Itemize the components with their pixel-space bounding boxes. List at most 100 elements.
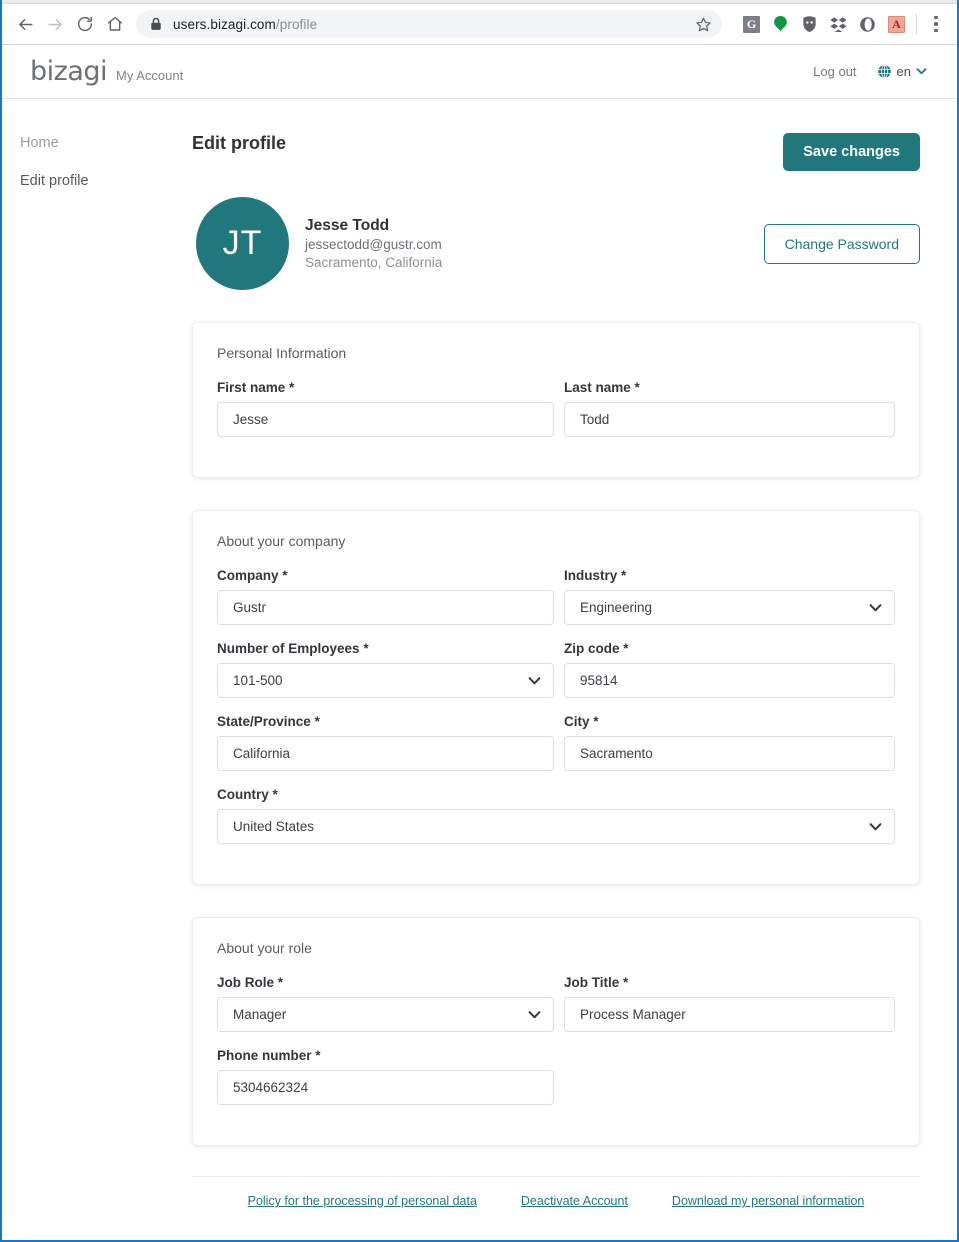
field-label-text: Industry <box>564 568 618 583</box>
field-value: California <box>233 746 291 761</box>
required-marker: * <box>363 641 369 656</box>
select-control[interactable]: Engineering <box>564 590 895 625</box>
field-label: Country * <box>217 787 895 802</box>
field-value: 95814 <box>580 673 618 688</box>
back-arrow-icon[interactable] <box>10 9 40 39</box>
text-input[interactable]: Gustr <box>217 590 554 625</box>
form-card: About your company Company * Gustr Industry… <box>192 510 920 885</box>
field-label-text: Phone number <box>217 1048 312 1063</box>
required-marker: * <box>634 380 640 395</box>
app-header: bizagi My Account Log out en <box>2 45 957 99</box>
field-last-name: Last name * Todd <box>564 380 895 437</box>
field-label-text: Job Role <box>217 975 275 990</box>
card-title: About your company <box>217 533 346 549</box>
field-city: City * Sacramento <box>564 714 895 771</box>
page-title: Edit profile <box>192 133 286 153</box>
field-label: Job Title * <box>564 975 895 990</box>
required-marker: * <box>623 975 629 990</box>
save-changes-button[interactable]: Save changes <box>783 133 920 171</box>
adobe-acrobat-extension-icon[interactable]: A <box>887 15 906 34</box>
field-label: Company * <box>217 568 554 583</box>
acrobat-letter: A <box>888 15 905 33</box>
form-card: Personal Information First name * Jesse Las… <box>192 322 920 478</box>
footer-links: Policy for the processing of personal da… <box>192 1176 920 1208</box>
field-phone-number: Phone number * 5304662324 <box>217 1048 554 1105</box>
dropbox-extension-icon[interactable] <box>829 15 848 34</box>
field-country: Country * United States <box>217 787 895 844</box>
field-job-title: Job Title * Process Manager <box>564 975 895 1032</box>
profile-identity: JT Jesse Todd jessectodd@gustr.com Sacra… <box>192 171 920 290</box>
field-value: Process Manager <box>580 1007 686 1022</box>
language-code: en <box>896 64 911 79</box>
brand-subtitle: My Account <box>116 68 184 83</box>
sidebar-item-edit-profile[interactable]: Edit profile <box>20 173 192 189</box>
required-marker: * <box>593 714 599 729</box>
footer-link-deactivate[interactable]: Deactivate Account <box>521 1194 628 1208</box>
field-value: Engineering <box>580 600 653 615</box>
field-value: Jesse <box>233 412 269 427</box>
text-input[interactable]: Process Manager <box>564 997 895 1032</box>
shield-extension-icon[interactable] <box>800 15 819 34</box>
text-input[interactable]: Sacramento <box>564 736 895 771</box>
extension-icons: G A <box>742 15 906 34</box>
user-name: Jesse Todd <box>305 216 390 234</box>
field-label: Job Role * <box>217 975 554 990</box>
text-input[interactable]: 95814 <box>564 663 895 698</box>
url-text: users.bizagi.com/profile <box>173 17 691 32</box>
required-marker: * <box>621 568 627 583</box>
field-value: Sacramento <box>580 746 653 761</box>
avatar: JT <box>196 197 289 290</box>
footer-link-download[interactable]: Download my personal information <box>672 1194 864 1208</box>
field-label: City * <box>564 714 895 729</box>
footer-link-policy[interactable]: Policy for the processing of personal da… <box>248 1194 477 1208</box>
select-control[interactable]: 101-500 <box>217 663 554 698</box>
required-marker: * <box>282 568 288 583</box>
required-marker: * <box>314 714 320 729</box>
text-input[interactable]: California <box>217 736 554 771</box>
select-control[interactable]: United States <box>217 809 895 844</box>
field-first-name: First name * Jesse <box>217 380 554 437</box>
star-bookmark-icon[interactable] <box>695 16 712 33</box>
change-password-button[interactable]: Change Password <box>763 223 920 264</box>
card-title: Personal Information <box>217 345 347 361</box>
browser-toolbar: users.bizagi.com/profile G A <box>2 4 957 45</box>
select-control[interactable]: Manager <box>217 997 554 1032</box>
field-grid: Company * Gustr Industry * Engineering Numbe… <box>217 568 895 860</box>
field-label-text: City <box>564 714 590 729</box>
text-input[interactable]: Todd <box>564 402 895 437</box>
address-bar[interactable]: users.bizagi.com/profile <box>136 10 722 38</box>
logout-link[interactable]: Log out <box>813 64 856 79</box>
reload-icon[interactable] <box>70 9 100 39</box>
field-value: Todd <box>580 412 610 427</box>
globe-icon <box>877 64 891 79</box>
field-value: 5304662324 <box>233 1080 309 1095</box>
field-value: Manager <box>233 1007 287 1022</box>
field-value: United States <box>233 819 315 834</box>
field-label: State/Province * <box>217 714 554 729</box>
field-number-of-employees: Number of Employees * 101-500 <box>217 641 554 698</box>
lock-icon <box>151 17 161 30</box>
chevron-down-icon <box>528 676 541 684</box>
required-marker: * <box>623 641 629 656</box>
home-icon[interactable] <box>100 9 130 39</box>
main-content: Edit profile Save changes JT Jesse Todd … <box>192 99 957 1208</box>
language-selector[interactable]: en <box>877 64 927 79</box>
green-pin-extension-icon[interactable] <box>771 15 790 34</box>
forward-arrow-icon[interactable] <box>40 9 70 39</box>
chevron-down-icon <box>528 1010 541 1018</box>
field-label: First name * <box>217 380 554 395</box>
required-marker: * <box>277 975 284 990</box>
sidebar-item-home[interactable]: Home <box>20 135 192 151</box>
text-input[interactable]: Jesse <box>217 402 554 437</box>
field-job-role: Job Role * Manager <box>217 975 554 1032</box>
three-dot-menu-icon[interactable] <box>925 15 947 33</box>
grammarly-extension-icon[interactable]: G <box>742 15 761 34</box>
field-grid: First name * Jesse Last name * Todd <box>217 380 895 453</box>
title-row: Edit profile Save changes <box>192 99 920 171</box>
field-value: Gustr <box>233 600 267 615</box>
card-title: About your role <box>217 940 312 956</box>
brand-logo[interactable]: bizagi My Account <box>30 56 183 87</box>
opera-circle-extension-icon[interactable] <box>858 15 877 34</box>
text-input[interactable]: 5304662324 <box>217 1070 554 1105</box>
url-path: /profile <box>275 16 318 32</box>
